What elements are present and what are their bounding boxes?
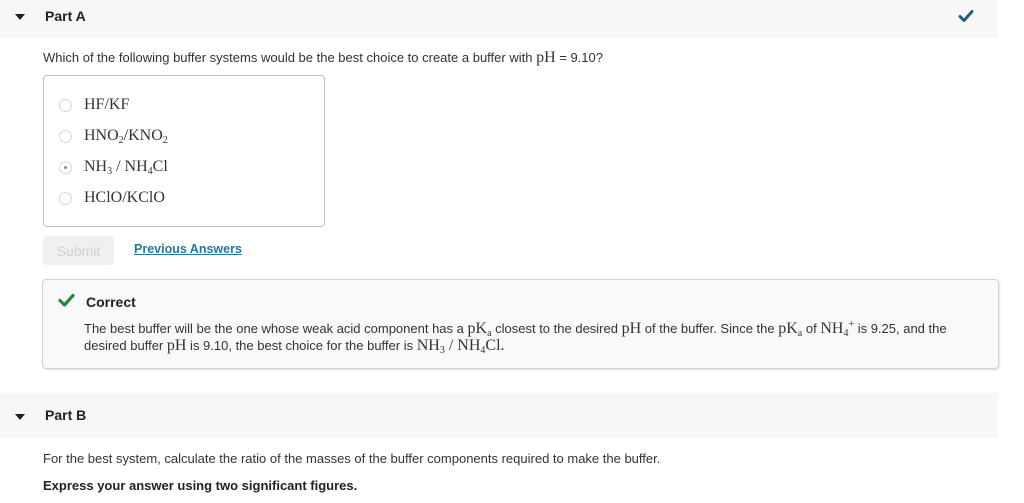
part-b-question: For the best system, calculate the ratio… [43,451,661,466]
part-a-title: Part A [45,8,86,24]
radio-button[interactable] [59,98,72,112]
math-pk: pK [778,320,798,337]
part-b-header[interactable]: Part B [0,393,998,438]
choice-label: HF/KF [84,96,130,113]
fb-text: of [802,321,821,336]
math-pka: pKa [778,320,802,339]
fb-text: is 9.10, the best choice for the buffer … [186,338,417,353]
caret-down-icon [15,414,25,420]
math-ph: pH [621,320,642,337]
feedback-title: Correct [86,294,136,310]
choice-hf-kf[interactable]: HF/KF [59,96,129,114]
math-nh4-plus: NH4+ [820,320,854,339]
math-nh: NH [416,337,440,354]
math-cl: Cl [485,337,501,354]
choice-label: HClO/KClO [84,189,165,206]
choice-hno2-kno2[interactable]: HNO2/KNO2 [59,127,168,146]
fb-text: closest to the desired [491,321,622,336]
math-period: . [500,337,505,354]
math-ph: pH [166,337,187,354]
part-a-header[interactable]: Part A [0,0,998,38]
feedback-explanation: The best buffer will be the one whose we… [84,320,984,356]
question-suffix: = 9.10? [555,50,603,65]
question-prefix: Which of the following buffer systems wo… [43,50,537,65]
choice-hclo-kclo[interactable]: HClO/KClO [59,189,165,207]
math-answer: NH3 / NH4Cl. [416,337,505,356]
radio-button[interactable] [59,129,72,143]
feedback-correct: Correct The best buffer will be the one … [42,279,999,369]
choice-label: NH3 / NH4Cl [84,158,168,177]
radio-button-selected[interactable] [59,160,72,174]
check-icon [58,293,75,307]
fb-text: The best buffer will be the one whose we… [84,321,468,336]
math-pk: pK [467,320,488,337]
math-slash: / [444,337,458,354]
caret-down-icon [15,14,25,20]
question-math-ph: pH [536,49,556,66]
previous-answers-link[interactable]: Previous Answers [134,242,242,256]
answer-choices: HF/KF HNO2/KNO2 NH3 / NH4Cl HClO/KClO [43,75,325,227]
math-nh: NH [457,337,481,354]
part-b-title: Part B [45,407,87,423]
submit-button[interactable]: Submit [43,236,114,265]
math-pka: pKa [467,320,492,339]
check-icon [958,10,974,22]
part-b-instruction: Express your answer using two significan… [43,478,358,493]
radio-button[interactable] [59,191,72,205]
question-text: Which of the following buffer systems wo… [43,49,603,67]
choice-label: HNO2/KNO2 [84,127,168,146]
fb-text: of the buffer. Since the [641,321,779,336]
math-nh: NH [820,320,844,337]
choice-nh3-nh4cl[interactable]: NH3 / NH4Cl [59,158,168,177]
